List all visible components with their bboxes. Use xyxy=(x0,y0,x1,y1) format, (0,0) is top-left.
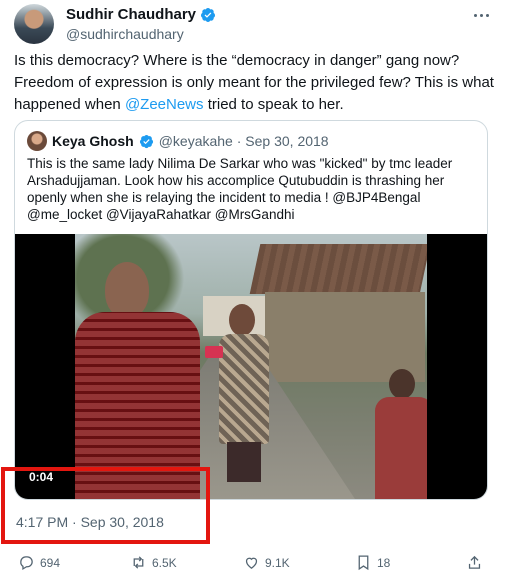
bookmark-count: 18 xyxy=(377,555,391,570)
scene-child xyxy=(375,369,427,499)
verified-badge-icon xyxy=(201,7,216,22)
share-icon xyxy=(468,555,481,569)
action-bar: 694 6.5K 9.1K 18 xyxy=(18,554,490,574)
quoted-post-header: Keya Ghosh @keyakahe · Sep 30, 2018 xyxy=(27,131,329,151)
reply-count: 694 xyxy=(40,555,61,570)
author-row: Sudhir Chaudhary xyxy=(66,6,216,23)
microphone-icon xyxy=(205,346,223,358)
highlight-box xyxy=(1,467,210,544)
quoted-post[interactable]: Keya Ghosh @keyakahe · Sep 30, 2018 This… xyxy=(14,120,488,500)
like-count: 9.1K xyxy=(265,555,290,570)
scene-reporter xyxy=(75,262,200,499)
reply-button[interactable]: 694 xyxy=(18,554,60,571)
like-button[interactable]: 9.1K xyxy=(243,554,290,571)
quoted-meta: @keyakahe · Sep 30, 2018 xyxy=(158,133,329,149)
mention-link[interactable]: @ZeeNews xyxy=(125,96,204,113)
post-text: Is this democracy? Where is the “democra… xyxy=(14,50,498,116)
heart-icon xyxy=(245,557,258,569)
repost-icon xyxy=(133,556,144,569)
post-text-after: tried to speak to her. xyxy=(203,96,344,113)
repost-count: 6.5K xyxy=(152,555,177,570)
video-player[interactable]: 0:04 xyxy=(15,234,487,499)
verified-badge-icon xyxy=(139,134,153,148)
reply-icon xyxy=(20,556,33,571)
video-frame xyxy=(75,234,427,499)
bookmark-icon xyxy=(358,555,369,571)
author-name[interactable]: Sudhir Chaudhary xyxy=(66,6,196,23)
bookmark-button[interactable]: 18 xyxy=(355,554,390,571)
scene-woman xyxy=(215,304,275,484)
scene-roof xyxy=(249,244,427,294)
avatar[interactable] xyxy=(14,4,54,44)
quoted-author-name: Keya Ghosh xyxy=(52,133,134,149)
share-button[interactable] xyxy=(466,554,483,571)
quoted-post-text: This is the same lady Nilima De Sarkar w… xyxy=(27,156,453,222)
author-handle[interactable]: @sudhirchaudhary xyxy=(66,26,184,42)
repost-button[interactable]: 6.5K xyxy=(130,554,177,571)
more-options-icon[interactable] xyxy=(470,6,492,24)
quoted-avatar xyxy=(27,131,47,151)
